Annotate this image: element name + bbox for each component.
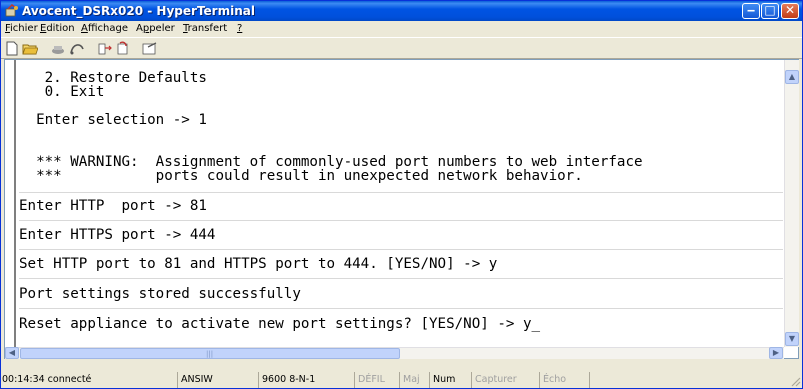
dial-icon[interactable] (50, 41, 66, 56)
line-separator (19, 220, 783, 221)
terminal-line: Port settings stored successfully (19, 286, 301, 302)
status-empty-panel (589, 372, 787, 388)
status-num: Num (429, 372, 455, 388)
resize-grip-icon[interactable] (789, 375, 801, 387)
title-bar[interactable]: Avocent_DSRx020 - HyperTerminal ‒ □ ✕ (1, 1, 802, 21)
close-button[interactable]: ✕ (781, 3, 799, 19)
terminal-line: 0. Exit (19, 84, 105, 100)
status-caps: Maj (399, 372, 420, 388)
terminal-line: Enter HTTPS port -> 444 (19, 227, 216, 243)
chevron-right-icon: ▶ (772, 348, 780, 357)
chevron-down-icon: ▼ (788, 334, 796, 343)
toolbar (1, 37, 802, 59)
close-icon: ✕ (784, 3, 796, 17)
terminal-panel: 2. Restore Defaults 0. Exit Enter select… (4, 59, 799, 359)
terminal-gutter (5, 60, 16, 347)
scroll-down-button[interactable]: ▼ (785, 332, 799, 346)
window-title: Avocent_DSRx020 - HyperTerminal (22, 4, 255, 18)
chevron-left-icon: ◀ (8, 348, 16, 357)
scroll-left-button[interactable]: ◀ (5, 347, 19, 359)
status-echo: Écho (539, 372, 566, 388)
status-capture: Capturer (471, 372, 517, 388)
hyperterminal-app-icon (5, 4, 18, 17)
menu-transfert[interactable]: Transfert (183, 21, 227, 37)
receive-icon[interactable] (115, 41, 131, 56)
status-emulation: ANSIW (177, 372, 213, 388)
chevron-up-icon: ▲ (788, 72, 796, 81)
disconnect-icon[interactable] (69, 41, 85, 56)
terminal-screen[interactable]: 2. Restore Defaults 0. Exit Enter select… (19, 60, 783, 347)
menu-affichage[interactable]: Affichage (81, 21, 128, 37)
status-connection-time: 00:14:34 connecté (2, 374, 92, 385)
status-scroll: DÉFIL (354, 372, 385, 388)
horizontal-scrollbar[interactable]: ◀ ||| ▶ (5, 347, 784, 359)
maximize-icon: □ (764, 3, 776, 17)
terminal-line: Enter HTTP port -> 81 (19, 198, 207, 214)
send-icon[interactable] (97, 41, 113, 56)
new-connection-icon[interactable] (4, 41, 20, 56)
line-separator (19, 308, 783, 309)
menu-fichier[interactable]: Fichier (5, 21, 38, 37)
vertical-scrollbar[interactable]: ▲ ▼ (784, 60, 799, 347)
menu-help[interactable]: ? (237, 21, 242, 37)
line-separator (19, 249, 783, 250)
terminal-line: Enter selection -> 1 (19, 112, 207, 128)
horizontal-scroll-thumb[interactable]: ||| (20, 348, 400, 359)
status-port-settings: 9600 8-N-1 (258, 372, 315, 388)
terminal-line: Set HTTP port to 81 and HTTPS port to 44… (19, 256, 498, 272)
minimize-button[interactable]: ‒ (742, 3, 760, 19)
terminal-line: *** ports could result in unexpected net… (19, 168, 583, 184)
open-icon[interactable] (22, 41, 38, 56)
properties-icon[interactable] (142, 41, 158, 56)
maximize-button[interactable]: □ (761, 3, 779, 19)
line-separator (19, 278, 783, 279)
line-separator (19, 192, 783, 193)
status-bar: 00:14:34 connecté ANSIW 9600 8-N-1 DÉFIL… (1, 371, 802, 389)
menu-edition[interactable]: Edition (40, 21, 75, 37)
menu-appeler[interactable]: Appeler (136, 21, 175, 37)
grip-icon: ||| (206, 350, 214, 358)
scroll-up-button[interactable]: ▲ (785, 70, 799, 84)
terminal-line: Reset appliance to activate new port set… (19, 316, 541, 332)
minimize-icon: ‒ (746, 3, 756, 17)
hyperterminal-window: Avocent_DSRx020 - HyperTerminal ‒ □ ✕ Fi… (0, 0, 803, 389)
menu-bar: Fichier Edition Affichage Appeler Transf… (1, 21, 802, 37)
scroll-right-button[interactable]: ▶ (769, 347, 783, 359)
